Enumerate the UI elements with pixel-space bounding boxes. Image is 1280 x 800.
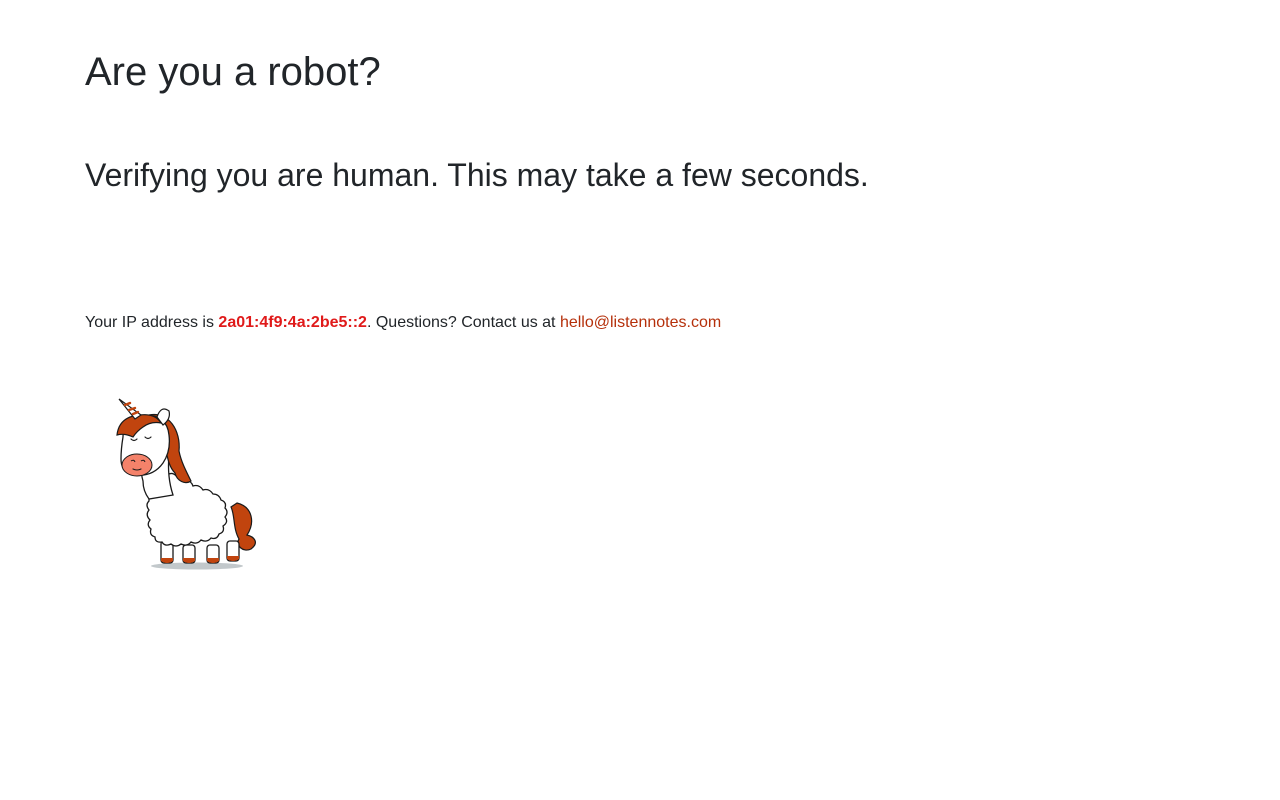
page-title: Are you a robot? (85, 50, 381, 94)
ip-contact-line: Your IP address is 2a01:4f9:4a:2be5::2. … (85, 313, 721, 333)
contact-text: . Questions? Contact us at (366, 314, 560, 331)
contact-email-link[interactable]: hello@listennotes.com (560, 314, 721, 331)
verification-message: Verifying you are human. This may take a… (85, 157, 869, 193)
ip-prefix-text: Your IP address is (85, 314, 219, 331)
ip-address: 2a01:4f9:4a:2be5::2 (218, 314, 367, 331)
unicorn-llama-icon (105, 395, 265, 575)
verification-page: Are you a robot? Verifying you are human… (0, 0, 1280, 800)
